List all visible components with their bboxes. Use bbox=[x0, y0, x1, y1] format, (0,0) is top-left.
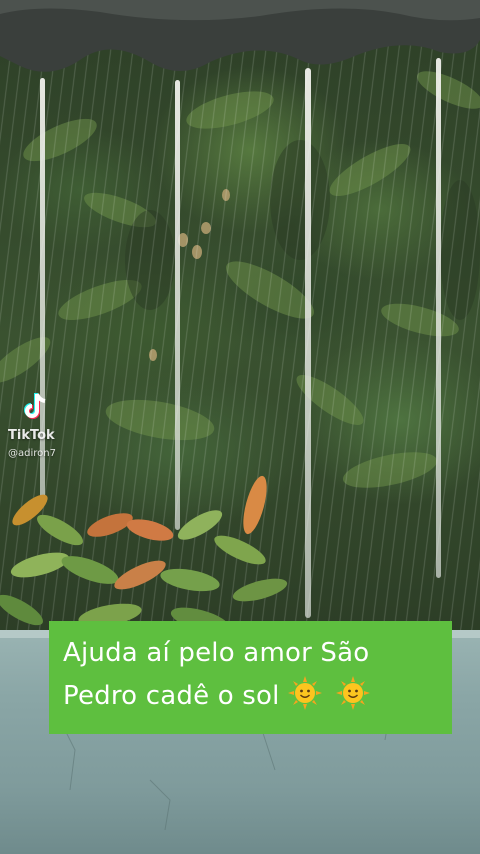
video-frame: TikTok @adiron7 Ajuda aí pelo amor São P… bbox=[0, 0, 480, 854]
caption-line-2: Pedro cadê o sol bbox=[63, 675, 440, 718]
tiktok-brand-text: TikTok bbox=[8, 428, 55, 443]
caption-box: Ajuda aí pelo amor São Pedro cadê o sol bbox=[49, 621, 452, 734]
red-leaf-shrub bbox=[0, 475, 288, 633]
caption-line-1: Ajuda aí pelo amor São bbox=[63, 638, 370, 668]
smiling-sun-emoji-icon bbox=[335, 676, 370, 710]
tiktok-logo-icon bbox=[24, 393, 46, 419]
caption-line-2-text: Pedro cadê o sol bbox=[63, 681, 280, 711]
tiktok-username: @adiron7 bbox=[8, 448, 56, 459]
tiktok-watermark: TikTok @adiron7 bbox=[8, 392, 98, 466]
smiling-sun-emoji-icon bbox=[287, 676, 322, 710]
roof-edge bbox=[0, 0, 480, 72]
